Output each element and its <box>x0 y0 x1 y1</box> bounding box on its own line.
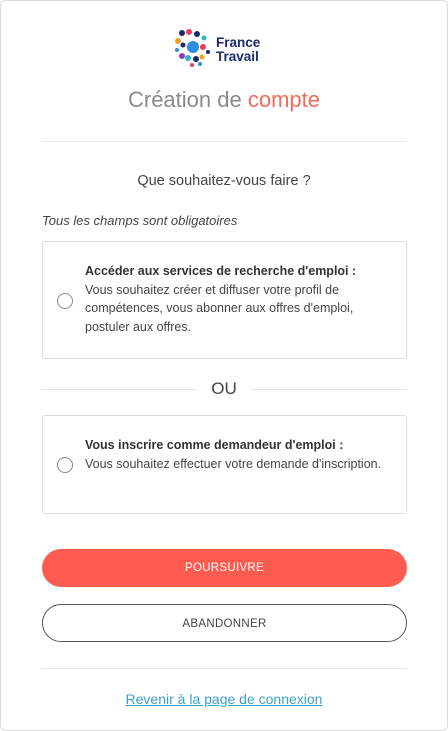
continue-button[interactable]: POURSUIVRE <box>42 549 407 587</box>
france-travail-logo: France Travail <box>173 28 273 72</box>
option-register-title: Vous inscrire comme demandeur d'emploi : <box>85 438 344 452</box>
header-divider <box>41 141 407 142</box>
option-job-search-text: Accéder aux services de recherche d'empl… <box>85 262 392 336</box>
logo-wordmark: France Travail <box>216 36 260 64</box>
page-title: Création de compte <box>1 87 447 113</box>
account-creation-card: France Travail Création de compte Que so… <box>0 0 448 731</box>
radio-job-search-services[interactable] <box>57 293 73 309</box>
form-question: Que souhaitez-vous faire ? <box>137 173 311 189</box>
or-label: OU <box>211 379 237 398</box>
or-separator: OU <box>41 378 407 400</box>
footer-divider <box>41 668 407 669</box>
page-title-main: Création de <box>127 87 242 112</box>
option-job-search-title: Accéder aux services de recherche d'empl… <box>85 264 357 278</box>
option-job-search-services[interactable]: Accéder aux services de recherche d'empl… <box>42 241 407 359</box>
option-job-search-description: Vous souhaitez créer et diffuser votre p… <box>85 282 354 334</box>
option-register-text: Vous inscrire comme demandeur d'emploi :… <box>85 436 392 473</box>
required-fields-note: Tous les champs sont obligatoires <box>42 213 238 228</box>
radio-register-jobseeker[interactable] <box>57 457 73 473</box>
option-register-description: Vous souhaitez effectuer votre demande d… <box>85 456 382 471</box>
logo-dots-icon <box>175 29 210 67</box>
page-title-accent: compte <box>247 87 321 112</box>
logo-line-2: Travail <box>216 49 259 64</box>
option-register-jobseeker[interactable]: Vous inscrire comme demandeur d'emploi :… <box>42 415 407 514</box>
cancel-button[interactable]: ABANDONNER <box>42 604 407 642</box>
back-to-login-link[interactable]: Revenir à la page de connexion <box>1 691 447 707</box>
logo-line-1: France <box>216 35 261 50</box>
